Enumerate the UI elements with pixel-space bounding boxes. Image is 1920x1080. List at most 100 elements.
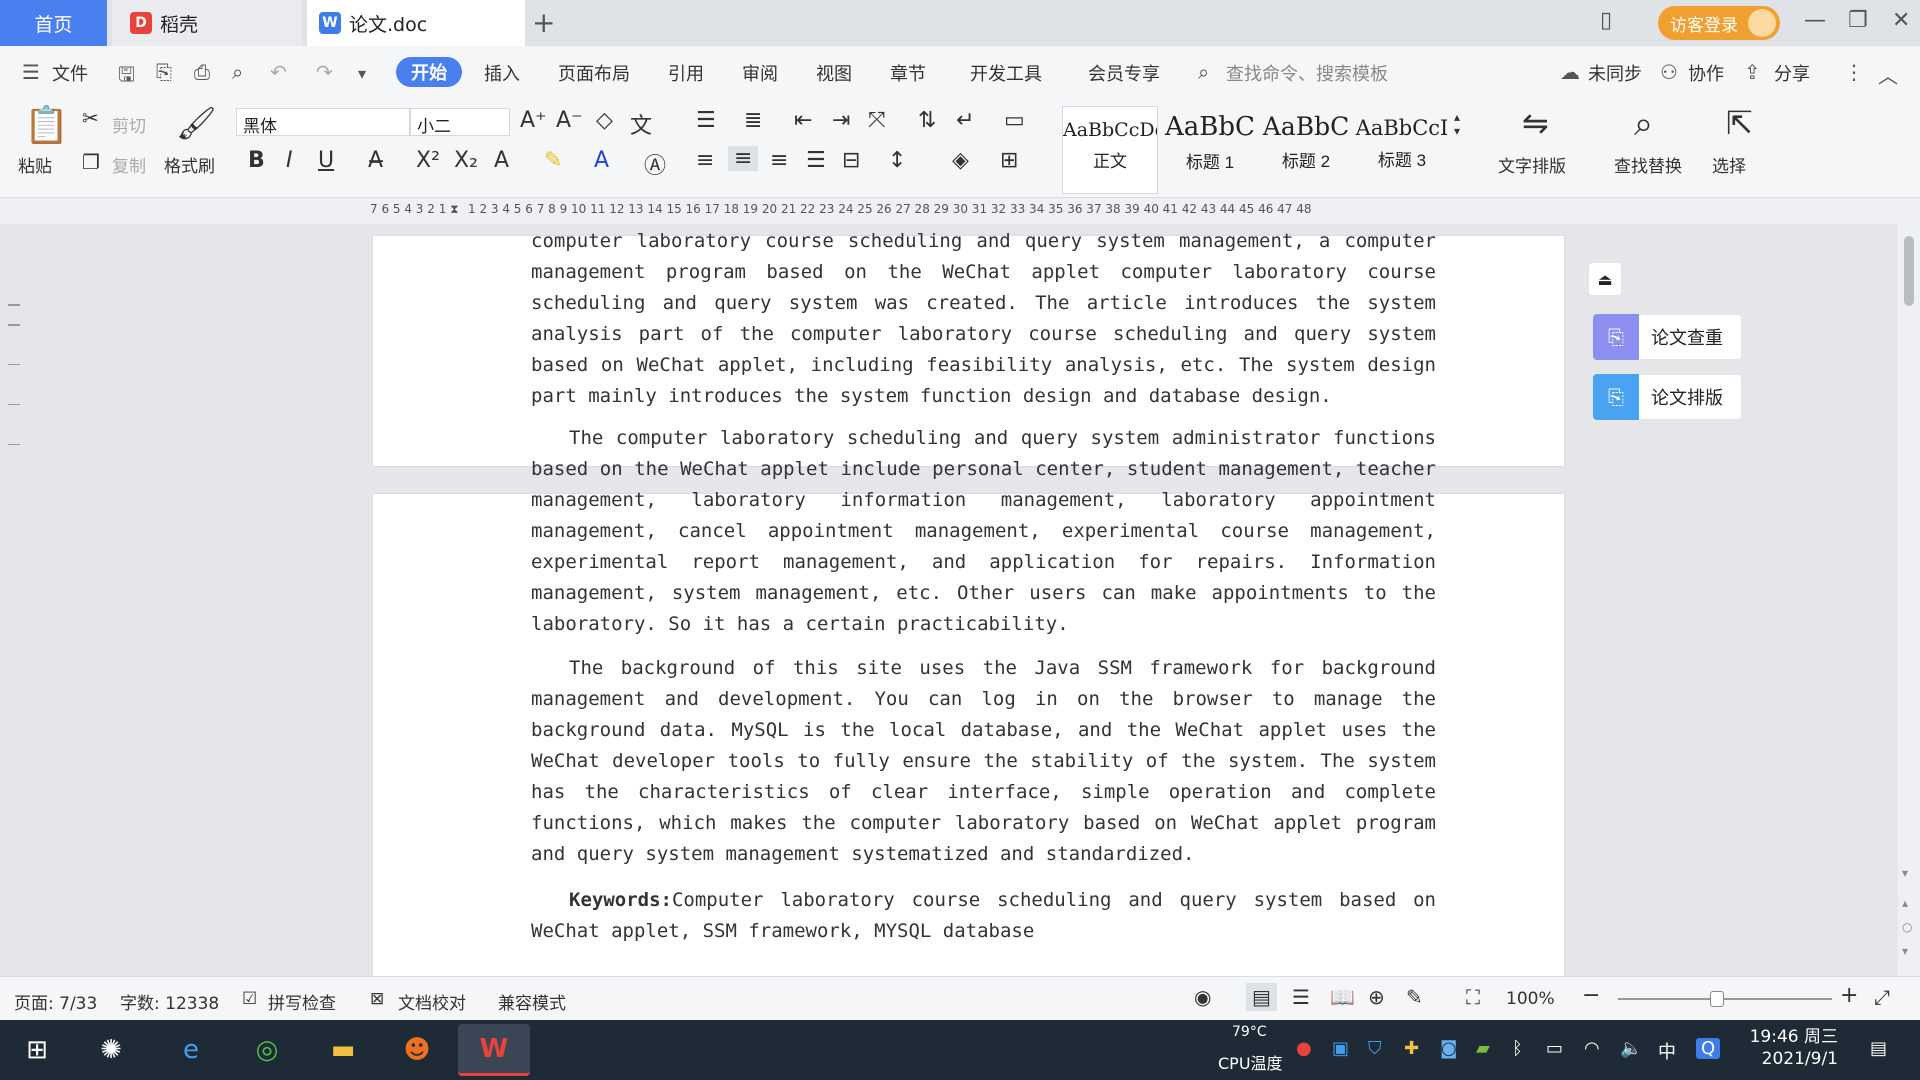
reading-view-icon[interactable]: 📖 [1330, 985, 1355, 1009]
style-heading-2[interactable]: AaBbC 标题 2 [1258, 106, 1354, 194]
horizontal-ruler[interactable]: 7 6 5 4 3 2 1 ⧗ 1 2 3 4 5 6 7 8 9 10 11 … [0, 198, 1920, 224]
spell-check-button[interactable]: 拼写检查 [268, 989, 336, 1014]
zoom-slider-handle[interactable] [1710, 991, 1724, 1007]
vertical-scrollbar[interactable]: ▾ ▴ ○ ▾ [1898, 224, 1920, 976]
previous-page-icon[interactable]: ▴ [1902, 896, 1908, 910]
output-icon[interactable]: ⎘ [156, 60, 172, 84]
collapse-ribbon-icon[interactable]: ︿ [1878, 60, 1898, 89]
scrollbar-thumb[interactable] [1904, 236, 1914, 306]
menu-chapter[interactable]: 章节 [890, 60, 926, 86]
restore-icon[interactable]: ❐ [1848, 8, 1868, 33]
tab-daoke[interactable]: D 稻壳 [112, 0, 302, 46]
tray-app-blue-icon[interactable]: ▣ [1332, 1038, 1349, 1059]
print-preview-icon[interactable]: ⌕ [232, 60, 243, 84]
menu-insert[interactable]: 插入 [484, 60, 520, 86]
internet-explorer-icon[interactable]: e [168, 1028, 214, 1072]
menu-review[interactable]: 审阅 [742, 60, 778, 86]
menu-view[interactable]: 视图 [816, 60, 852, 86]
font-size-select[interactable]: 小二 [410, 108, 510, 137]
styles-scroll-icon[interactable]: ▴ ▾ [1454, 110, 1460, 138]
browser-360-icon[interactable]: ◎ [244, 1028, 290, 1072]
wifi-icon[interactable]: ◠ [1584, 1038, 1600, 1059]
cut-button[interactable]: 剪切 [112, 112, 146, 137]
subscript-icon[interactable]: X₂ [454, 148, 478, 173]
fit-page-icon[interactable]: ⛶ [1466, 985, 1480, 1009]
shading-icon[interactable]: ◈ [952, 148, 969, 173]
style-heading-3[interactable]: AaBbCcI 标题 3 [1354, 106, 1450, 194]
system-clock[interactable]: 19:46 周三 2021/9/1 [1738, 1026, 1838, 1070]
bullet-list-icon[interactable]: ☰ [696, 108, 716, 133]
menu-file[interactable]: 文件 [52, 60, 88, 86]
page-indicator[interactable]: 页面: 7/33 [14, 989, 97, 1014]
game-app-icon[interactable]: ☻ [394, 1028, 440, 1072]
menu-start[interactable]: 开始 [396, 57, 462, 87]
close-icon[interactable]: ✕ [1892, 8, 1910, 33]
strikethrough-icon[interactable]: A̶ [368, 148, 383, 173]
write-mode-icon[interactable]: ✎ [1406, 985, 1423, 1009]
align-center-icon[interactable]: ≡ [728, 146, 759, 171]
menu-references[interactable]: 引用 [668, 60, 704, 86]
page-view-icon[interactable]: ▤ [1246, 983, 1277, 1011]
security-shield-icon[interactable]: ⛉ [1368, 1038, 1382, 1059]
hamburger-icon[interactable]: ☰ [22, 60, 40, 84]
save-icon[interactable]: 🖫 [118, 60, 135, 94]
nvidia-icon[interactable]: ▰ [1476, 1038, 1490, 1059]
chinese-layout-icon[interactable]: ⤧ [868, 108, 886, 133]
paragraph-2[interactable]: The computer laboratory scheduling and q… [531, 423, 1436, 640]
paragraph-3[interactable]: The background of this site uses the Jav… [531, 653, 1436, 870]
style-heading-1[interactable]: AaBbC 标题 1 [1162, 106, 1258, 194]
indent-marker-icon[interactable]: ⧗ [450, 202, 464, 217]
style-normal[interactable]: AaBbCcDd 正文 [1062, 106, 1158, 194]
justify-icon[interactable]: ☰ [806, 148, 826, 173]
command-search-input[interactable]: 查找命令、搜索模板 [1226, 60, 1388, 86]
align-left-icon[interactable]: ≡ [696, 148, 714, 173]
tab-home[interactable]: 首页 [0, 0, 107, 46]
distributed-icon[interactable]: ⊟ [842, 148, 860, 173]
collab-button[interactable]: 协作 [1688, 60, 1724, 86]
tray-app-cloud-icon[interactable]: ◙ [1440, 1038, 1457, 1059]
battery-icon[interactable]: ▭ [1546, 1038, 1563, 1059]
windows-start-icon[interactable]: ⊞ [14, 1028, 60, 1072]
clear-format-icon[interactable]: ◇ [596, 108, 613, 133]
zoom-out-icon[interactable]: − [1582, 983, 1600, 1008]
paste-icon[interactable]: 📋 [24, 104, 69, 146]
character-border-icon[interactable]: Ⓐ [644, 148, 666, 180]
share-button[interactable]: 分享 [1774, 60, 1810, 86]
paragraph-1[interactable]: computer laboratory course scheduling an… [531, 226, 1436, 412]
font-color-icon[interactable]: A [594, 148, 609, 173]
menu-page-layout[interactable]: 页面布局 [558, 60, 630, 86]
copy-button[interactable]: 复制 [112, 152, 146, 177]
eject-icon[interactable]: ⏏ [1588, 262, 1622, 296]
tray-app-yellow-icon[interactable]: ✚ [1404, 1038, 1419, 1059]
decrease-font-icon[interactable]: A⁻ [556, 108, 583, 133]
underline-icon[interactable]: U [318, 148, 334, 173]
sort-icon[interactable]: ⇅ [918, 108, 936, 133]
increase-indent-icon[interactable]: ⇥ [832, 108, 850, 133]
bold-icon[interactable]: B [248, 148, 265, 173]
wps-writer-taskbar-icon[interactable]: W [458, 1024, 530, 1076]
proofread-button[interactable]: 文档校对 [398, 989, 466, 1014]
menu-member[interactable]: 会员专享 [1088, 60, 1160, 86]
next-page-icon[interactable]: ▾ [1902, 944, 1908, 958]
tab-document[interactable]: W 论文.doc [307, 0, 525, 46]
print-icon[interactable]: ⎙ [194, 60, 210, 84]
text-effect-icon[interactable]: A [494, 148, 509, 173]
volume-icon[interactable]: 🔈 [1620, 1038, 1642, 1059]
superscript-icon[interactable]: X² [416, 148, 440, 173]
file-explorer-icon[interactable]: ▬ [320, 1028, 366, 1072]
browse-object-icon[interactable]: ○ [1902, 920, 1912, 934]
keywords-paragraph[interactable]: Keywords:Computer laboratory course sche… [531, 885, 1436, 947]
numbered-list-icon[interactable]: ≣ [744, 108, 762, 133]
qq-input-icon[interactable]: Q [1696, 1038, 1721, 1059]
decrease-indent-icon[interactable]: ⇤ [794, 108, 812, 133]
sync-status-button[interactable]: 未同步 [1588, 60, 1642, 86]
zoom-level-select[interactable]: 100% [1506, 989, 1555, 1009]
word-count[interactable]: 字数: 12338 [120, 989, 219, 1014]
bluetooth-icon[interactable]: ᛒ [1512, 1038, 1523, 1059]
layout-toggle-icon[interactable]: ▯ [1600, 8, 1612, 33]
increase-font-icon[interactable]: A⁺ [520, 108, 547, 133]
show-marks-icon[interactable]: ↵ [956, 108, 974, 133]
zoom-in-icon[interactable]: + [1840, 983, 1858, 1008]
more-icon[interactable]: ⋮ [1844, 60, 1864, 84]
tray-app-red-icon[interactable]: ● [1296, 1038, 1312, 1059]
